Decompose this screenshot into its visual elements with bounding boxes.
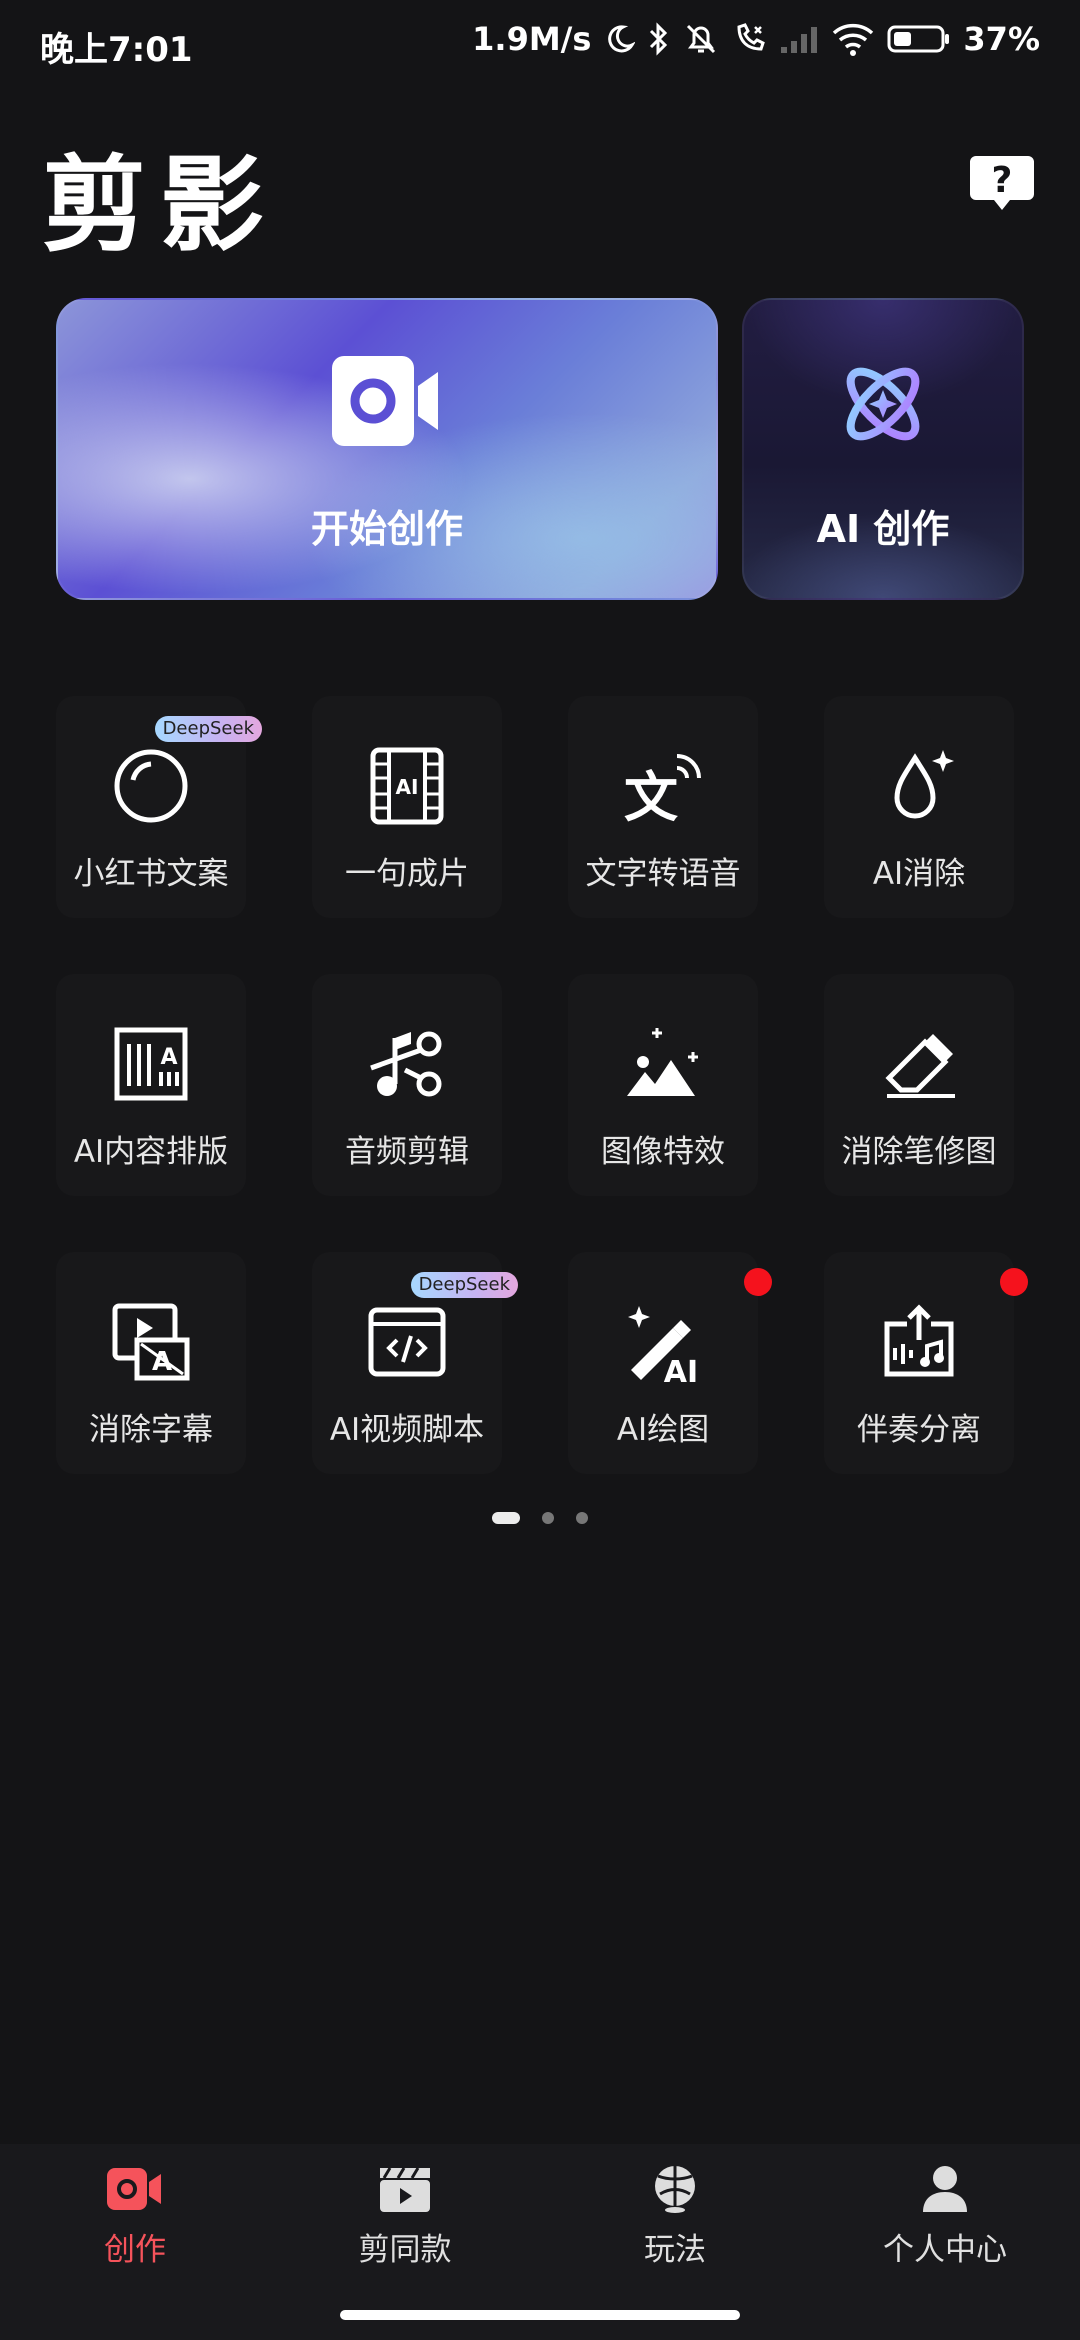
ball-icon [655,2166,695,2213]
person-icon [923,2166,967,2212]
nav-play[interactable]: 玩法 [575,2164,775,2269]
subtitle-remove-icon: A [112,1303,190,1381]
circle-icon [114,749,188,823]
nav-label: 个人中心 [883,2232,1007,2268]
audio-scissors-icon [370,1031,442,1097]
help-button[interactable]: ? [966,148,1038,220]
audio-split-icon [884,1304,954,1377]
nav-label: 玩法 [644,2232,706,2268]
code-window-icon [368,1307,446,1377]
tool-label: 消除字幕 [89,1412,213,1448]
tool-label: 图像特效 [601,1134,725,1170]
deepseek-badge: DeepSeek [154,716,262,742]
nav-create[interactable]: 创作 [35,2164,235,2269]
status-time: 晚上7:01 [40,30,193,70]
ai-creating-label: AI 创作 [816,507,950,551]
tool-ai-video-script[interactable]: DeepSeek AI视频脚本 [312,1252,518,1474]
status-bar: 晚上7:01 1.9M/s 37% [0,0,1080,92]
tool-eraser-retouch[interactable]: 消除笔修图 [824,974,1014,1196]
page-indicator [0,1512,1080,1524]
moon-icon [608,25,636,53]
bluetooth-icon [650,22,668,56]
wifi-icon [833,23,874,56]
image-effect-icon [627,1028,698,1096]
tool-image-effect[interactable]: 图像特效 [568,974,758,1196]
tool-text-to-speech[interactable]: 文 文字转语音 [568,696,758,918]
tool-label: AI内容排版 [73,1134,229,1170]
clapboard-icon [380,2167,430,2212]
start-creating-card[interactable]: 开始创作 [56,298,718,600]
svg-text:A: A [152,1347,172,1377]
tool-label: 伴奏分离 [857,1412,981,1448]
battery-icon [887,25,950,53]
app-title: 剪影 [42,143,279,266]
tool-label: 文字转语音 [585,856,741,892]
text-to-speech-icon: 文 [624,754,701,828]
tool-label: AI消除 [872,856,966,892]
camera-nav-icon [107,2168,161,2210]
tool-label: AI视频脚本 [329,1412,485,1448]
tool-ai-remove[interactable]: AI消除 [824,696,1014,918]
network-speed: 1.9M/s [472,20,592,58]
tool-accompaniment-separation[interactable]: 伴奏分离 [824,1252,1028,1474]
nav-profile[interactable]: 个人中心 [845,2164,1045,2269]
page-dot-active[interactable] [492,1512,520,1524]
page-dot[interactable] [576,1512,588,1524]
nav-label: 剪同款 [358,2232,452,2268]
new-dot [1000,1268,1028,1296]
svg-text:文: 文 [624,766,678,828]
svg-text:A: A [160,1045,177,1070]
new-dot [744,1268,772,1296]
call-icon [737,23,766,51]
status-right: 1.9M/s 37% [472,20,1040,58]
battery-percent: 37% [963,20,1040,58]
start-creating-label: 开始创作 [310,507,463,551]
svg-text:AI: AI [664,1355,698,1384]
magic-wand-icon: AI [628,1306,698,1384]
tool-label: AI绘图 [616,1412,710,1448]
eraser-icon [885,1034,955,1098]
svg-text:?: ? [992,160,1013,201]
tool-label: 音频剪辑 [345,1134,469,1170]
help-bubble-icon: ? [970,156,1034,210]
tool-audio-edit[interactable]: 音频剪辑 [312,974,502,1196]
tool-xiaohongshu-copy[interactable]: DeepSeek 小红书文案 [56,696,262,918]
deepseek-badge: DeepSeek [410,1272,518,1298]
home-indicator[interactable] [340,2310,740,2320]
signal-icon [781,27,818,53]
bell-off-icon [687,24,716,54]
svg-text:AI: AI [396,775,419,799]
page-dot[interactable] [542,1512,554,1524]
tool-ai-drawing[interactable]: AI AI绘图 [568,1252,772,1474]
tool-label: 小红书文案 [73,856,229,892]
tool-label: 消除笔修图 [841,1134,997,1170]
video-camera-icon [332,356,438,446]
ai-film-icon: AI [370,747,444,825]
nav-label: 创作 [104,2232,166,2268]
layout-icon: A [114,1027,188,1101]
tool-remove-subtitle[interactable]: A 消除字幕 [56,1252,246,1474]
tool-one-sentence-film[interactable]: AI 一句成片 [312,696,502,918]
atom-icon [846,367,920,441]
nav-same-style[interactable]: 剪同款 [305,2164,505,2269]
tool-ai-layout[interactable]: A AI内容排版 [56,974,246,1196]
tool-label: 一句成片 [345,856,469,892]
ai-creating-card[interactable]: AI 创作 [742,298,1024,600]
drop-sparkle-icon [894,750,954,819]
